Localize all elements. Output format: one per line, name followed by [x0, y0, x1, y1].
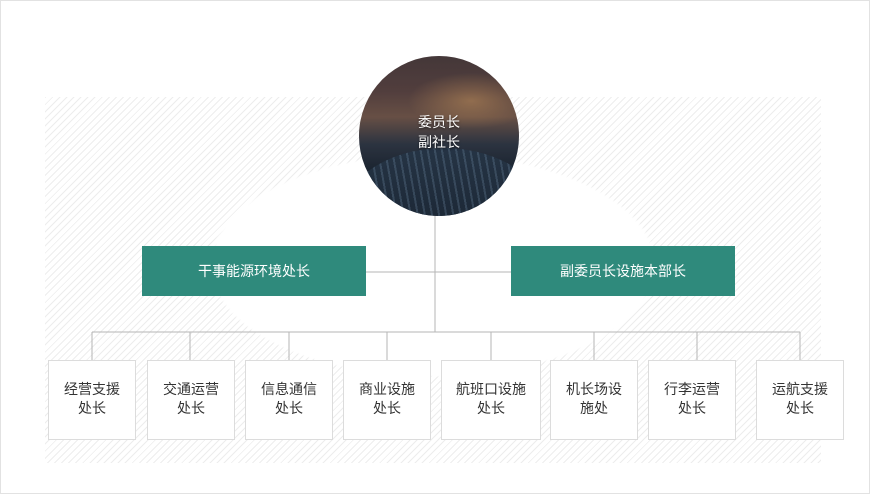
- top-executive-node: 委员长 副社长: [359, 56, 519, 216]
- top-executive-label: 委员长 副社长: [418, 115, 460, 151]
- org-chart-frame: 委员长 副社长 干事能源环境处长 副委员长设施本部长 经营支援 处长 交通运营 …: [0, 0, 870, 494]
- dept-node: 交通运营 处长: [147, 360, 235, 440]
- dept-node: 机长场设 施处: [550, 360, 638, 440]
- dept-node: 信息通信 处长: [245, 360, 333, 440]
- dept-node: 行李运营 处长: [648, 360, 736, 440]
- dept-node: 航班口设施 处长: [441, 360, 541, 440]
- dept-node: 经营支援 处长: [48, 360, 136, 440]
- dept-node: 商业设施 处长: [343, 360, 431, 440]
- dept-node: 运航支援 处长: [756, 360, 844, 440]
- mid-node-right: 副委员长设施本部长: [511, 246, 735, 296]
- mid-node-left: 干事能源环境处长: [142, 246, 366, 296]
